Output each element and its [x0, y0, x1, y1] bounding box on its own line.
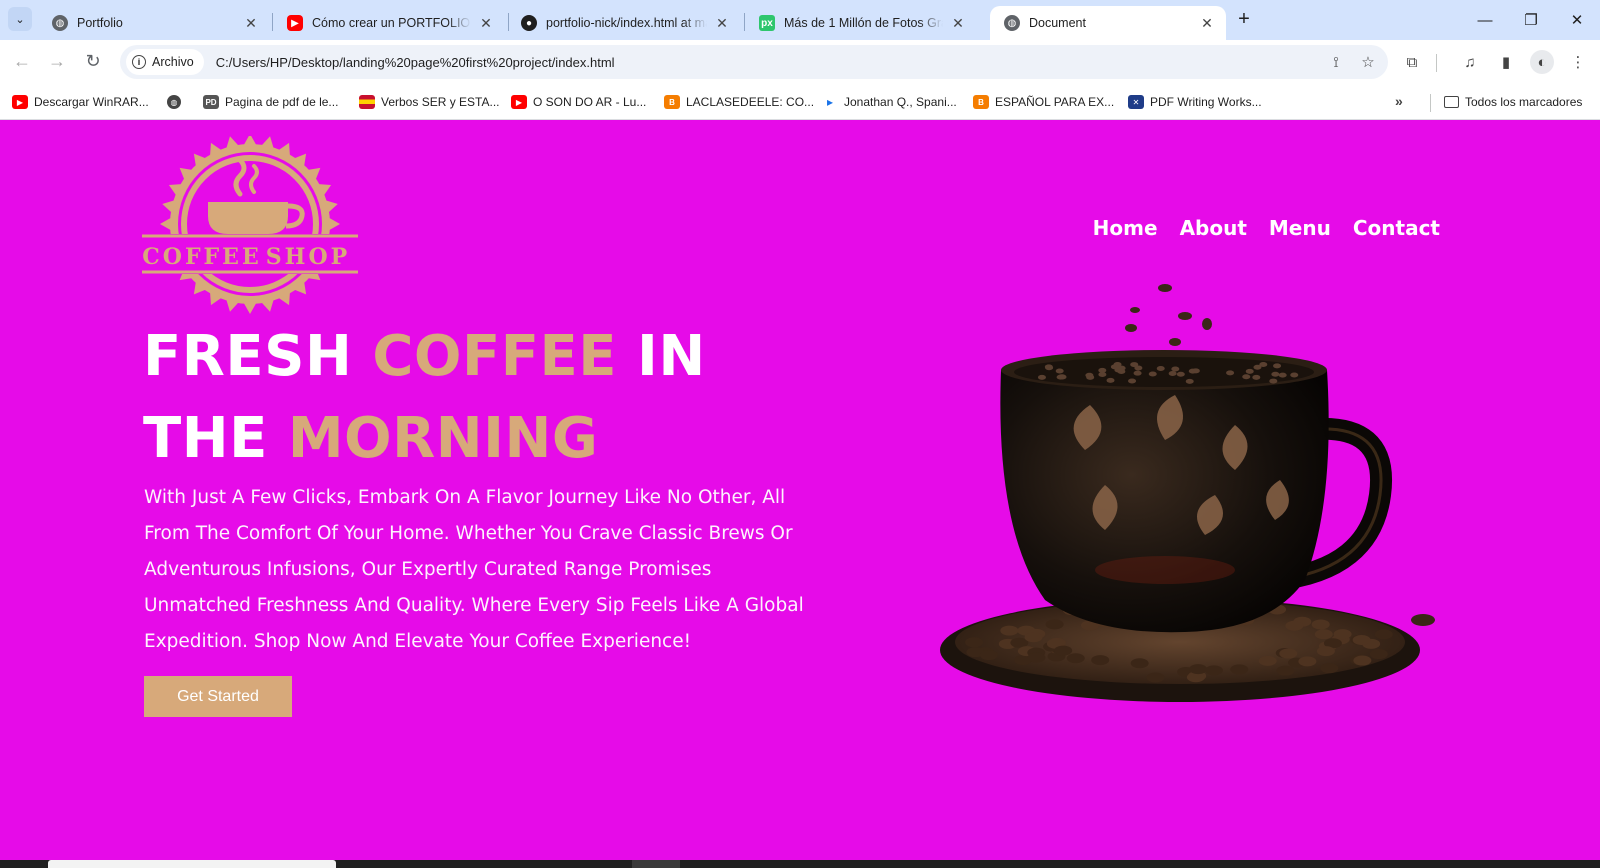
tab-strip: ⌄ ◍ Portfolio ✕ ▶ Cómo crear un PORTFOLI…: [0, 0, 1600, 40]
profile-avatar[interactable]: ◐: [1530, 50, 1554, 74]
bookmark-label: ESPAÑOL PARA EX...: [995, 95, 1115, 109]
pdf-icon: PD: [203, 95, 219, 109]
restore-button[interactable]: ❐: [1508, 0, 1554, 40]
tab-pixabay[interactable]: px Más de 1 Millón de Fotos Gratis ✕: [745, 6, 977, 40]
tab-search-button[interactable]: ⌄: [8, 7, 32, 31]
bookmark-label: O SON DO AR - Lu...: [533, 95, 647, 109]
os-taskbar: [0, 860, 1600, 868]
nav-home[interactable]: Home: [1093, 216, 1158, 240]
hero-title-word: FRESH: [143, 324, 353, 389]
bookmark-label: Descargar WinRAR...: [34, 95, 149, 109]
forward-button[interactable]: →: [45, 50, 69, 74]
close-icon[interactable]: ✕: [477, 15, 495, 32]
back-button[interactable]: ←: [10, 50, 34, 74]
all-bookmarks-folder[interactable]: Todos los marcadores: [1444, 92, 1582, 112]
reload-button[interactable]: ↻: [81, 50, 105, 74]
globe-icon: ◍: [167, 95, 181, 109]
main-nav: Home About Menu Contact: [1093, 216, 1440, 240]
bookmark-item[interactable]: PD Pagina de pdf de le...: [203, 92, 338, 112]
new-tab-button[interactable]: +: [1232, 8, 1256, 32]
preply-icon: ▸: [826, 95, 834, 109]
coffee-shop-logo[interactable]: COFFEE SHOP: [142, 136, 362, 316]
bookmark-item[interactable]: B LACLASEDEELE: CO...: [664, 92, 814, 112]
nav-about[interactable]: About: [1180, 216, 1247, 240]
logo-text-coffee: COFFEE: [142, 244, 261, 270]
nav-contact[interactable]: Contact: [1353, 216, 1440, 240]
github-icon: ●: [521, 15, 537, 31]
bookmark-item[interactable]: ✕ PDF Writing Works...: [1128, 92, 1262, 112]
hero-description: With Just A Few Clicks, Embark On A Flav…: [144, 487, 804, 652]
bookmark-item[interactable]: ▸ Jonathan Q., Spani...: [822, 92, 957, 112]
close-icon[interactable]: ✕: [713, 15, 731, 32]
landing-page: COFFEE SHOP Home About Menu Contact FRES…: [0, 120, 1600, 860]
nav-menu[interactable]: Menu: [1269, 216, 1331, 240]
bookmark-item[interactable]: ▶ Descargar WinRAR...: [12, 92, 149, 112]
hero-title: FRESH COFFEE IN THE MORNING: [143, 316, 843, 480]
site-info-label: Archivo: [152, 55, 194, 69]
uk-flag-icon: ✕: [1128, 95, 1144, 109]
star-icon[interactable]: ☆: [1356, 50, 1380, 74]
hero-title-accent-word: MORNING: [287, 406, 599, 471]
taskbar-item[interactable]: [632, 860, 680, 868]
get-started-button[interactable]: Get Started: [144, 676, 292, 717]
pixabay-icon: px: [759, 15, 775, 31]
tab-title: portfolio-nick/index.html at main: [546, 16, 707, 30]
tab-title: Portfolio: [77, 16, 123, 30]
flag-icon: [359, 95, 375, 109]
bookmark-label: Verbos SER y ESTA...: [381, 95, 500, 109]
more-bookmarks-icon[interactable]: »: [1395, 93, 1403, 109]
bookmark-label: LACLASEDEELE: CO...: [686, 95, 815, 109]
address-bar[interactable]: i Archivo C:/Users/HP/Desktop/landing%20…: [120, 45, 1388, 79]
bookmark-item[interactable]: ▶ O SON DO AR - Lu...: [511, 92, 646, 112]
folder-icon: [1444, 96, 1459, 108]
blogger-icon: B: [664, 95, 680, 109]
hero-title-accent-word: COFFEE: [372, 324, 618, 389]
extensions-icon[interactable]: ⧉: [1400, 50, 1424, 74]
info-icon: i: [132, 55, 146, 69]
bookmarks-divider: [1430, 94, 1431, 112]
bookmark-item[interactable]: B ESPAÑOL PARA EX...: [973, 92, 1114, 112]
toolbar-divider: [1436, 54, 1437, 72]
tab-title: Document: [1029, 16, 1086, 30]
site-info-chip[interactable]: i Archivo: [126, 49, 204, 75]
tab-document[interactable]: ◍ Document ✕: [990, 6, 1226, 40]
tab-github[interactable]: ● portfolio-nick/index.html at main ✕: [507, 6, 741, 40]
taskbar-window-thumbnail[interactable]: [48, 860, 336, 868]
bookmark-label: PDF Writing Works...: [1150, 95, 1262, 109]
browser-toolbar: ← → ↻ i Archivo C:/Users/HP/Desktop/land…: [0, 40, 1600, 84]
hero-title-word: THE: [143, 406, 268, 471]
translate-icon[interactable]: ⟟: [1324, 50, 1348, 74]
url-text[interactable]: C:/Users/HP/Desktop/landing%20page%20fir…: [216, 55, 1324, 70]
minimize-button[interactable]: —: [1462, 0, 1508, 40]
close-icon[interactable]: ✕: [1198, 15, 1216, 32]
globe-icon: ◍: [52, 15, 68, 31]
youtube-icon: ▶: [287, 15, 303, 31]
media-control-icon[interactable]: ♫: [1458, 50, 1482, 74]
coffee-cup-image: [940, 284, 1435, 702]
hero-title-word: IN: [637, 324, 706, 389]
close-icon[interactable]: ✕: [242, 15, 260, 32]
tab-portfolio[interactable]: ◍ Portfolio ✕: [38, 6, 270, 40]
bookmark-label: Todos los marcadores: [1465, 95, 1583, 109]
logo-text-shop: SHOP: [266, 244, 350, 270]
tab-title: Más de 1 Millón de Fotos Gratis: [784, 16, 943, 30]
menu-icon[interactable]: ⋮: [1566, 50, 1590, 74]
blogger-icon: B: [973, 95, 989, 109]
youtube-icon: ▶: [12, 95, 28, 109]
bookmark-label: Pagina de pdf de le...: [225, 95, 339, 109]
youtube-icon: ▶: [511, 95, 527, 109]
tab-title: Cómo crear un PORTFOLIO WEB: [312, 16, 471, 30]
bookmarks-bar: ▶ Descargar WinRAR... ◍ PD Pagina de pdf…: [0, 84, 1600, 120]
close-icon[interactable]: ✕: [949, 15, 967, 32]
side-panel-icon[interactable]: ▮: [1494, 50, 1518, 74]
bookmark-item[interactable]: ◍: [167, 92, 187, 112]
bookmark-label: Jonathan Q., Spani...: [844, 95, 957, 109]
globe-icon: ◍: [1004, 15, 1020, 31]
bookmark-item[interactable]: Verbos SER y ESTA...: [359, 92, 500, 112]
close-window-button[interactable]: ✕: [1554, 0, 1600, 40]
tab-youtube[interactable]: ▶ Cómo crear un PORTFOLIO WEB ✕: [273, 6, 505, 40]
